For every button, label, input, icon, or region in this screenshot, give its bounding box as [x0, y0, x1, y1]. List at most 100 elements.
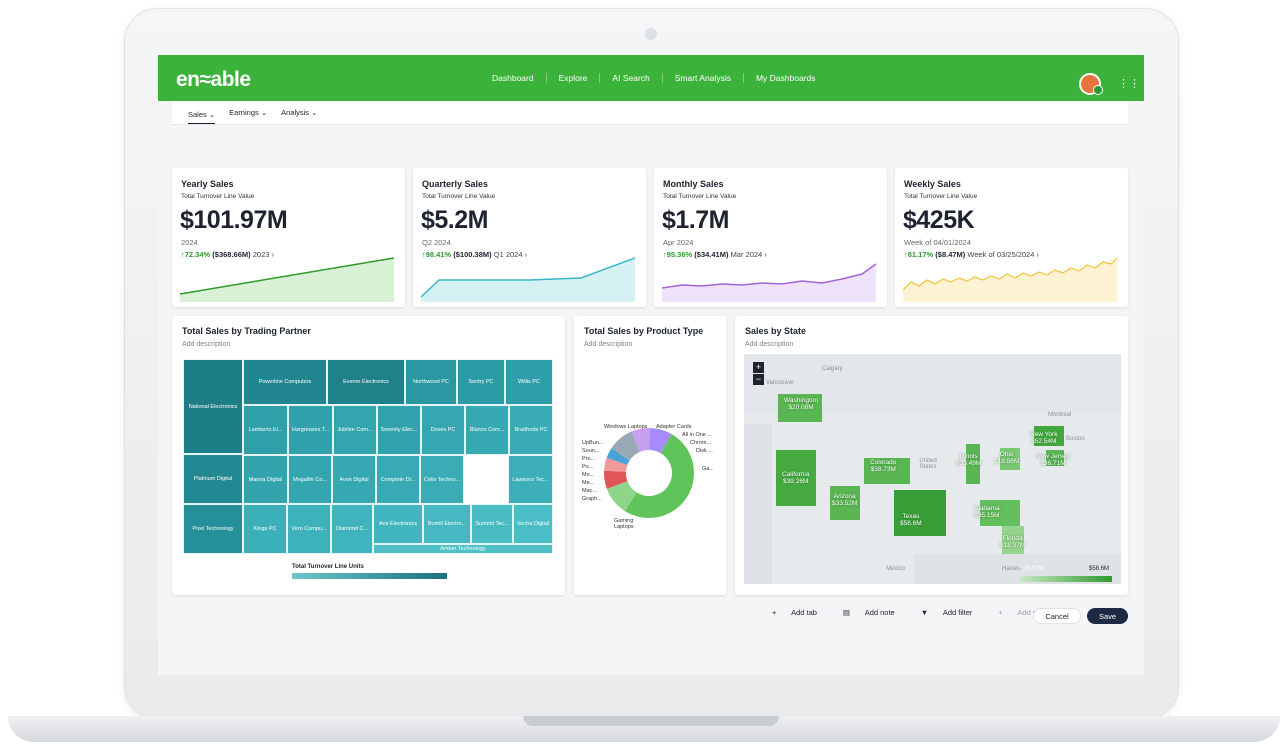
dashboard-tabs: Sales ⌄ Earnings ⌄ Analysis ⌄	[172, 101, 1128, 125]
treemap-cell[interactable]: Pixel Technology	[183, 504, 243, 554]
state-label: Washington $20.08M	[784, 397, 818, 412]
state-value: $38.73M	[870, 465, 896, 473]
chart-description[interactable]: Add description	[745, 341, 793, 348]
kpi-card-quarterly[interactable]: Quarterly Sales Total Turnover Line Valu…	[413, 168, 646, 307]
nav-ai-search[interactable]: AI Search	[600, 73, 663, 83]
zoom-in-button[interactable]: +	[753, 362, 764, 373]
map-card[interactable]: Sales by State Add description Calgary V…	[735, 316, 1128, 595]
state-label: New York $52.54M	[1030, 431, 1057, 446]
state-value: $33.49M	[956, 459, 982, 467]
add-filter-label: Add filter	[942, 608, 973, 617]
donut-card[interactable]: Total Sales by Product Type Add descript…	[574, 316, 726, 595]
state-value: $39.26M	[783, 477, 809, 485]
treemap-cell[interactable]: National Electronics	[183, 359, 243, 454]
laptop-frame: en≈able Dashboard Explore AI Search Smar…	[0, 0, 1280, 745]
map-legend-gradient	[1020, 576, 1112, 582]
tab-earnings[interactable]: Earnings ⌄	[229, 108, 267, 117]
pie-label: Ga...	[702, 466, 714, 472]
kpi-card-yearly[interactable]: Yearly Sales Total Turnover Line Value $…	[172, 168, 405, 307]
zoom-out-button[interactable]: −	[753, 374, 764, 385]
chart-title: Sales by State	[745, 326, 807, 336]
pie-label: Po...	[582, 464, 594, 470]
treemap-cell[interactable]: Powerline Computers	[243, 359, 327, 405]
treemap-cell[interactable]: Platinum Digital	[183, 454, 243, 504]
chart-title: Total Sales by Product Type	[584, 326, 704, 336]
sparkline-weekly	[903, 257, 1117, 302]
kpi-value: $425K	[903, 206, 975, 234]
treemap-cell[interactable]: Blanco Com...	[465, 405, 509, 455]
treemap-cell[interactable]: Avon Digital	[332, 455, 376, 504]
treemap-cell[interactable]: Ace Electronics	[373, 504, 423, 544]
chart-description[interactable]: Add description	[182, 341, 230, 348]
treemap-cell[interactable]: Summit Tec...	[471, 504, 513, 544]
sparkline-quarterly	[421, 257, 635, 302]
treemap-cell[interactable]: Serenity Elec...	[377, 405, 421, 455]
app-grid-icon[interactable]: ⋮⋮⋮	[1118, 79, 1144, 90]
map-legend-min: $18.37M	[1020, 566, 1044, 572]
nav-dashboard[interactable]: Dashboard	[480, 73, 547, 83]
map-place: Mexico	[886, 566, 906, 572]
cancel-button[interactable]: Cancel	[1033, 608, 1081, 624]
treemap-cell[interactable]: Northwood PC	[405, 359, 457, 405]
treemap-cell[interactable]: Bumill Electro...	[423, 504, 471, 544]
screen: en≈able Dashboard Explore AI Search Smar…	[158, 55, 1144, 675]
kpi-subtitle: Total Turnover Line Value	[904, 193, 978, 200]
state-value: $20.08M	[788, 403, 814, 411]
treemap-cell[interactable]: Willis PC	[505, 359, 553, 405]
treemap-cell[interactable]: Manna Digital	[243, 455, 288, 504]
state-label: Colorado $38.73M	[870, 459, 896, 474]
state-value: $52.54M	[1031, 437, 1057, 445]
treemap-cell[interactable]: Diamond C...	[331, 504, 373, 554]
pie-label: UpBun...	[582, 440, 604, 446]
tab-analysis[interactable]: Analysis ⌄	[281, 108, 317, 117]
state-label: California $39.26M	[782, 471, 809, 486]
state-label: Arizona $33.52M	[832, 493, 858, 508]
state-value: $33.52M	[832, 499, 858, 507]
treemap-cell[interactable]: Vectra Digital	[513, 504, 553, 544]
map-place: United States	[919, 458, 937, 470]
pie-label: Windows Laptops	[604, 424, 648, 430]
kpi-card-monthly[interactable]: Monthly Sales Total Turnover Line Value …	[654, 168, 887, 307]
laptop-notch	[523, 716, 779, 726]
treemap-cell[interactable]: Jubilee Com...	[333, 405, 377, 455]
treemap-cell[interactable]: Vern Compu...	[287, 504, 331, 554]
status-icon	[1093, 85, 1103, 95]
treemap-cell[interactable]: Lawsons Tec...	[508, 455, 553, 504]
treemap-cell[interactable]: Kings PC	[243, 504, 287, 554]
add-tab-label: Add tab	[791, 608, 817, 617]
kpi-value: $101.97M	[180, 206, 288, 234]
kpi-card-weekly[interactable]: Weekly Sales Total Turnover Line Value $…	[895, 168, 1128, 307]
nav-smart-analysis[interactable]: Smart Analysis	[663, 73, 744, 83]
nav-explore[interactable]: Explore	[547, 73, 601, 83]
treemap-cell[interactable]: Doves PC	[421, 405, 465, 455]
treemap-card[interactable]: Total Sales by Trading Partner Add descr…	[172, 316, 565, 595]
save-button[interactable]: Save	[1087, 608, 1128, 624]
state-label: New Jersey $36.71M	[1036, 453, 1070, 468]
legend-gradient	[292, 573, 447, 579]
nav-my-dashboards[interactable]: My Dashboards	[744, 73, 828, 83]
add-tab-button[interactable]: + Add tab	[772, 608, 830, 617]
pie-label: All in One ...	[682, 432, 712, 438]
treemap-cell[interactable]: Celio Techno...	[420, 455, 464, 504]
tab-sales[interactable]: Sales ⌄	[188, 110, 216, 124]
add-note-button[interactable]: ▤ Add note	[843, 608, 908, 617]
treemap-cell[interactable]: Complete Di...	[376, 455, 420, 504]
treemap-cell[interactable]: Everon Electronics	[327, 359, 405, 405]
pie-label: Pro...	[582, 456, 596, 462]
map-place: Boston	[1066, 436, 1085, 442]
top-nav-bar: en≈able Dashboard Explore AI Search Smar…	[158, 55, 1144, 101]
treemap-cell[interactable]: Megalife Co...	[288, 455, 332, 504]
state-label: Ohio $18.86M	[994, 451, 1019, 466]
app-logo[interactable]: en≈able	[176, 68, 251, 92]
treemap-cell[interactable]: Hargreaves T...	[288, 405, 333, 455]
kpi-title: Weekly Sales	[904, 179, 961, 189]
add-filter-button[interactable]: ▼ Add filter	[921, 608, 986, 617]
us-map[interactable]: Calgary Vancouver Montreal Boston United…	[744, 354, 1121, 584]
treemap-cell[interactable]: Lamberts El...	[243, 405, 288, 455]
chart-description[interactable]: Add description	[584, 341, 632, 348]
treemap-cell[interactable]: Amber Technology	[373, 544, 553, 554]
kpi-value: $5.2M	[421, 206, 488, 234]
treemap-cell[interactable]: Bradfords PC	[509, 405, 553, 455]
pie-label: Gaming Laptops	[614, 518, 634, 531]
treemap-cell[interactable]: Sentry PC	[457, 359, 505, 405]
